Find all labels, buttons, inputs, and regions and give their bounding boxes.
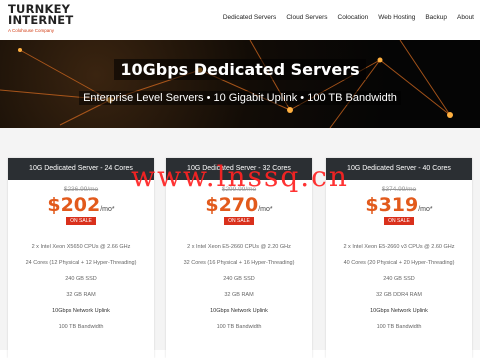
plans-section: 10G Dedicated Server - 24 Cores $236.99/… [0, 128, 480, 358]
turnkey-internet-logo[interactable]: TURNKEY INTERNET A Colohouse Company [8, 3, 74, 33]
price: $319 [365, 194, 419, 216]
price-period: /mo* [418, 206, 433, 213]
hero-banner: 10Gbps Dedicated Servers Enterprise Leve… [0, 40, 480, 128]
logo-line-2: INTERNET [8, 13, 74, 27]
spec-bandwidth: 100 TB Bandwidth [376, 324, 422, 330]
nav-colocation[interactable]: Colocation [338, 14, 369, 21]
plan-card-32-cores[interactable]: 10G Dedicated Server - 32 Cores $299.99/… [166, 158, 312, 358]
spec-ram: 32 GB DDR4 RAM [376, 292, 422, 298]
plan-title: 10G Dedicated Server - 32 Cores [166, 158, 312, 180]
spec-cpu: 2 x Intel Xeon E5-2660 CPUs @ 2.20 GHz [187, 244, 291, 250]
spec-ram: 32 GB RAM [66, 292, 96, 298]
spec-list: 2 x Intel Xeon E5-2660 CPUs @ 2.20 GHz 3… [166, 239, 312, 335]
nav-web-hosting[interactable]: Web Hosting [378, 14, 415, 21]
price-line: $319/mo* [326, 194, 472, 216]
hero-title: 10Gbps Dedicated Servers [0, 59, 480, 80]
old-price: $299.99/mo [221, 186, 257, 193]
spec-bandwidth: 100 TB Bandwidth [216, 324, 262, 330]
price: $202 [47, 194, 101, 216]
main-nav: Dedicated Servers Cloud Servers Colocati… [223, 14, 474, 21]
logo-tagline: A Colohouse Company [8, 28, 55, 33]
spec-cores: 24 Cores (12 Physical + 12 Hyper-Threadi… [25, 260, 137, 266]
plan-title: 10G Dedicated Server - 24 Cores [8, 158, 154, 180]
on-sale-badge: ON SALE [66, 217, 96, 225]
spec-list: 2 x Intel Xeon X5650 CPUs @ 2.66 GHz 24 … [8, 239, 154, 335]
old-price: $374.99/mo [381, 186, 417, 193]
on-sale-badge: ON SALE [384, 217, 414, 225]
spec-bandwidth: 100 TB Bandwidth [58, 324, 104, 330]
nav-about[interactable]: About [457, 14, 474, 21]
spec-storage: 240 GB SSD [223, 276, 255, 282]
plan-card-24-cores[interactable]: 10G Dedicated Server - 24 Cores $236.99/… [8, 158, 154, 358]
nav-dedicated-servers[interactable]: Dedicated Servers [223, 14, 276, 21]
spec-list: 2 x Intel Xeon E5-2660 v3 CPUs @ 2.60 GH… [326, 239, 472, 335]
old-price: $236.99/mo [63, 186, 99, 193]
nav-backup[interactable]: Backup [425, 14, 447, 21]
spec-storage: 240 GB SSD [383, 276, 415, 282]
plan-title: 10G Dedicated Server - 40 Cores [326, 158, 472, 180]
price: $270 [205, 194, 259, 216]
spec-uplink: 10Gbps Network Uplink [210, 308, 268, 314]
hero-subtitle: Enterprise Level Servers • 10 Gigabit Up… [0, 91, 480, 105]
price-line: $270/mo* [166, 194, 312, 216]
spec-cpu: 2 x Intel Xeon E5-2660 v3 CPUs @ 2.60 GH… [343, 244, 455, 250]
plan-card-40-cores[interactable]: 10G Dedicated Server - 40 Cores $374.99/… [326, 158, 472, 358]
spec-cores: 32 Cores (16 Physical + 16 Hyper-Threadi… [183, 260, 295, 266]
top-bar: TURNKEY INTERNET A Colohouse Company Ded… [0, 0, 480, 40]
hero-network-graphic [0, 40, 453, 128]
spec-storage: 240 GB SSD [65, 276, 97, 282]
spec-cores: 40 Cores (20 Physical + 20 Hyper-Threadi… [343, 260, 455, 266]
spec-cpu: 2 x Intel Xeon X5650 CPUs @ 2.66 GHz [31, 244, 131, 250]
price-line: $202/mo* [8, 194, 154, 216]
price-period: /mo* [258, 206, 273, 213]
on-sale-badge: ON SALE [224, 217, 254, 225]
nav-cloud-servers[interactable]: Cloud Servers [286, 14, 327, 21]
spec-uplink: 10Gbps Network Uplink [52, 308, 110, 314]
spec-uplink: 10Gbps Network Uplink [370, 308, 428, 314]
price-period: /mo* [100, 206, 115, 213]
spec-ram: 32 GB RAM [224, 292, 254, 298]
